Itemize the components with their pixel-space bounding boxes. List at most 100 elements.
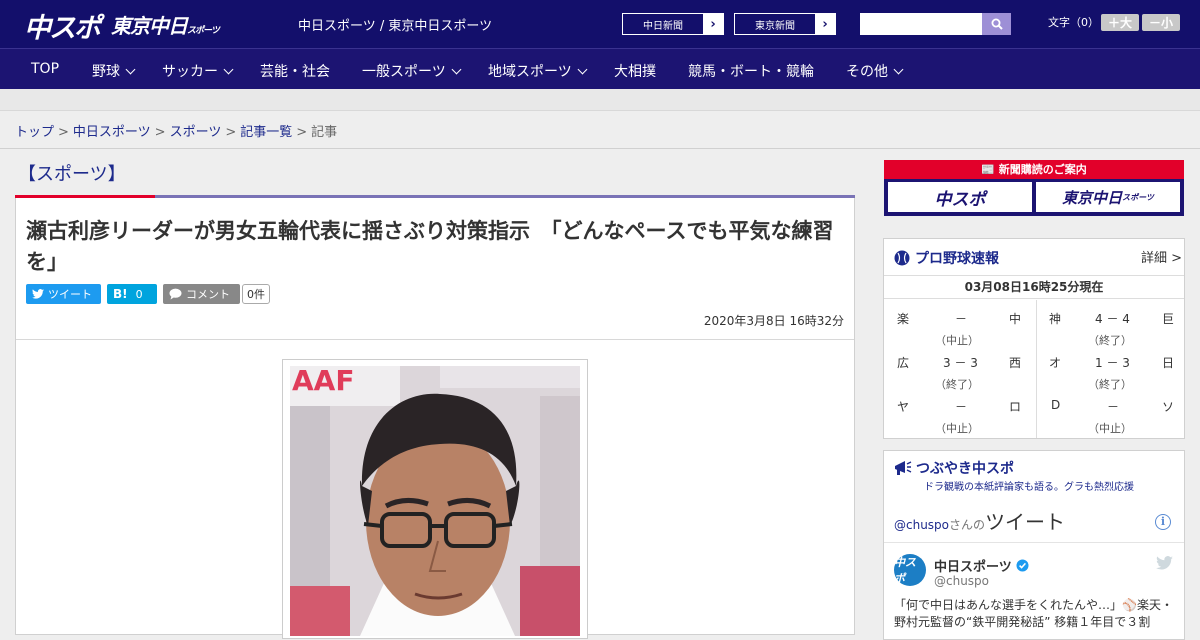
verified-badge-icon [1016, 559, 1029, 572]
breadcrumb-link-chuspo[interactable]: 中日スポーツ [73, 125, 151, 140]
paper-link-label: 東京新聞 [755, 20, 795, 32]
section-title: 【スポーツ】 [18, 164, 126, 185]
tweet-text: 「何で中日はあんな選手をくれたんや…」⚾楽天・野村元監督の“鉄平開発秘話” 移籍… [894, 598, 1173, 629]
nav-item-local-sports[interactable]: 地域スポーツ [488, 61, 588, 81]
article-photo[interactable]: AAF [290, 366, 580, 636]
tweet-handle[interactable]: @chuspo [934, 574, 989, 588]
article-photo-image: AAF [290, 366, 580, 636]
megaphone-icon [895, 461, 912, 475]
breadcrumb-current: 記事 [311, 125, 338, 140]
subscribe-banner[interactable]: 📰 新聞購読のご案内 中スポ 東京中日 スポーツ [884, 160, 1184, 216]
comment-button[interactable]: コメント [163, 284, 240, 304]
home-team: D [1051, 398, 1061, 412]
nav-label: TOP [31, 61, 60, 77]
article-accent-red [15, 195, 155, 198]
game-score: 3 － 3 [943, 356, 978, 370]
subscribe-tokyo-button[interactable]: 東京中日 スポーツ [1036, 182, 1180, 212]
tweet-label: ツイート [48, 288, 92, 301]
baseball-detail-link[interactable]: 詳細 > [1141, 247, 1182, 266]
tokyo-logo-small: スポーツ [187, 26, 220, 36]
article-accent-purple [155, 195, 855, 198]
home-team: オ [1049, 356, 1062, 370]
home-team: 神 [1049, 312, 1062, 326]
twitter-bird-icon[interactable] [1156, 555, 1173, 574]
share-buttons: ツイート B! 0 コメント 0件 [26, 284, 270, 304]
info-icon[interactable]: i [1155, 514, 1171, 530]
twitter-handle-link[interactable]: @chuspo [894, 518, 949, 532]
main-nav: TOP 野球 サッカー 芸能・社会 一般スポーツ 地域スポーツ 大相撲 競馬・ボ… [0, 48, 1200, 89]
breadcrumb-separator: > [58, 125, 69, 140]
home-team: 楽 [897, 312, 910, 326]
game-score: 1 － 3 [1095, 356, 1130, 370]
subscribe-chuspo-button[interactable]: 中スポ [888, 182, 1032, 212]
nav-item-sumo[interactable]: 大相撲 [614, 61, 656, 81]
comment-count: 0件 [242, 284, 270, 304]
chevron-right-icon: › [815, 14, 835, 34]
font-size-label: 文字（0） [1048, 16, 1099, 29]
paper-link-label: 中日新聞 [643, 20, 683, 32]
font-larger-button[interactable]: ＋大 [1101, 14, 1139, 31]
sub-band [0, 89, 1200, 111]
article-headline: 瀬古利彦リーダーが男女五輪代表に揺さぶり対策指示 「どんなペースでも平気な練習を… [26, 219, 834, 274]
chunichi-shimbun-link[interactable]: 中日新聞 › [622, 13, 724, 35]
search-button[interactable] [982, 13, 1011, 35]
nav-item-entertainment[interactable]: 芸能・社会 [260, 61, 330, 81]
game-score: － [1107, 400, 1120, 414]
nav-label: サッカー [162, 64, 218, 80]
hatena-bookmark-button[interactable]: B! 0 [107, 284, 157, 304]
nav-item-baseball[interactable]: 野球 [92, 61, 136, 81]
nav-label: 地域スポーツ [488, 64, 572, 80]
breadcrumb-link-top[interactable]: トップ [15, 125, 54, 140]
top-header: 中スポ 東京中日スポーツ 中日スポーツ / 東京中日スポーツ 中日新聞 › 東京… [0, 0, 1200, 48]
nav-label: 一般スポーツ [362, 64, 446, 80]
game-status: （中止） [935, 334, 979, 347]
tweet-button[interactable]: ツイート [26, 284, 101, 304]
subscribe-tokyo-text: 東京中日 [1062, 188, 1123, 207]
font-smaller-button[interactable]: －小 [1142, 14, 1180, 31]
baseball-icon [894, 250, 910, 266]
chevron-down-icon [223, 64, 234, 75]
away-team: ロ [1009, 400, 1022, 414]
breadcrumb-link-article-list[interactable]: 記事一覧 [240, 125, 292, 140]
tokyo-shimbun-link[interactable]: 東京新聞 › [734, 13, 836, 35]
nav-item-racing[interactable]: 競馬・ボート・競輪 [688, 61, 814, 81]
game-score: － [955, 312, 968, 326]
article-divider [16, 339, 854, 340]
chevron-down-icon [893, 64, 904, 75]
nav-item-top[interactable]: TOP [31, 61, 59, 77]
tweet-author[interactable]: 中日スポーツ [934, 556, 1029, 575]
nav-item-general-sports[interactable]: 一般スポーツ [362, 61, 462, 81]
twitter-icon [1156, 556, 1173, 570]
away-team: 巨 [1162, 312, 1175, 326]
twitter-divider [884, 542, 1184, 543]
speech-bubble-icon [169, 288, 182, 300]
twitter-widget-header: @chuspoさんのツイート [894, 506, 1065, 535]
nav-label: 大相撲 [614, 64, 656, 80]
game-status: （中止） [935, 422, 979, 435]
search-icon [991, 18, 1003, 30]
tokyo-chunichi-logo[interactable]: 東京中日スポーツ [111, 10, 220, 39]
breadcrumb-separator: > [225, 125, 237, 140]
chuspo-logo[interactable]: 中スポ [24, 6, 101, 45]
breadcrumb-link-sports[interactable]: スポーツ [170, 125, 222, 140]
hatena-icon: B! [113, 287, 128, 301]
chevron-down-icon [451, 64, 462, 75]
avatar[interactable]: 中スポ [894, 554, 926, 586]
nav-item-soccer[interactable]: サッカー [162, 61, 234, 81]
nav-label: 芸能・社会 [260, 64, 330, 80]
game-status: （中止） [1088, 422, 1132, 435]
article-date: 2020年3月8日 16時32分 [703, 314, 844, 328]
nav-label: その他 [846, 64, 888, 80]
baseball-scores-card [883, 238, 1185, 439]
tsubuyaki-title: つぶやき中スポ [916, 461, 1014, 477]
game-status: （終了） [935, 378, 979, 391]
away-team: ソ [1162, 400, 1175, 414]
game-status: （終了） [1088, 378, 1132, 391]
search-input[interactable] [860, 13, 982, 35]
chevron-right-icon: › [703, 14, 723, 34]
away-team: 西 [1009, 356, 1022, 370]
tsubuyaki-subtitle: ドラ観戦の本紙評論家も語る。グラも熱烈応援 [924, 482, 1134, 493]
nav-label: 競馬・ボート・競輪 [688, 64, 814, 80]
nav-item-other[interactable]: その他 [846, 61, 904, 81]
tokyo-logo-text: 東京中日 [111, 14, 188, 38]
